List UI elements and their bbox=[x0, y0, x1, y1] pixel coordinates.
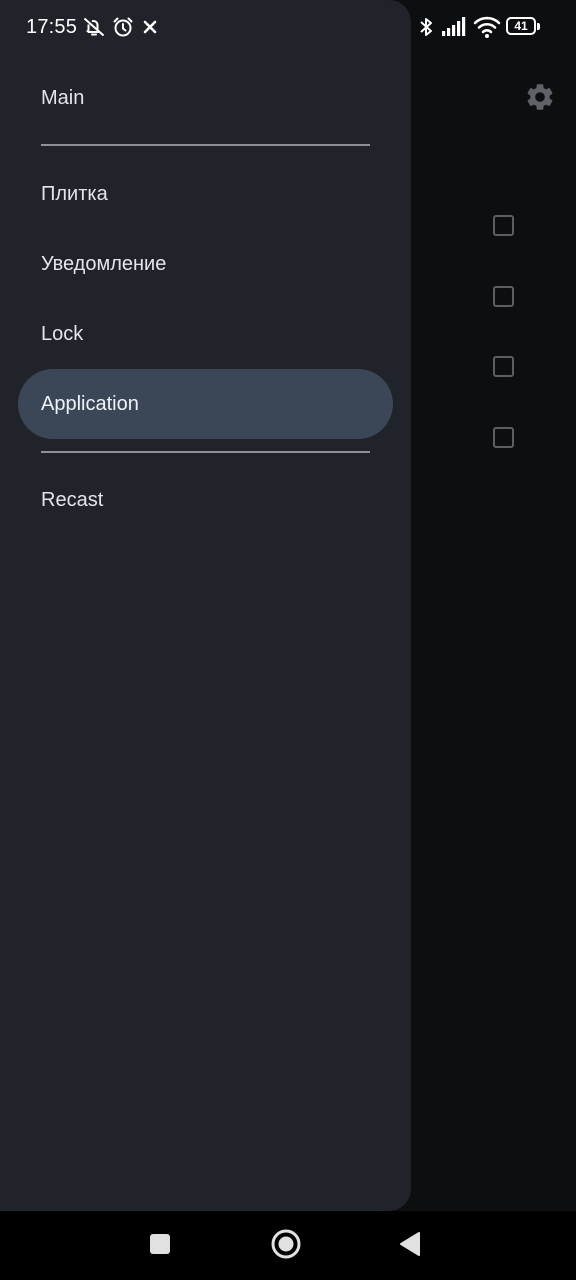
drawer-item-label: Уведомление bbox=[41, 252, 167, 275]
divider bbox=[41, 451, 370, 453]
divider bbox=[41, 144, 370, 146]
wifi-icon bbox=[473, 16, 501, 38]
bluetooth-icon bbox=[420, 18, 432, 36]
drawer-item-lock[interactable]: Lock bbox=[0, 304, 411, 364]
navigation-drawer: Main Плитка Уведомление Lock Application… bbox=[0, 0, 411, 1211]
muted-bell-icon bbox=[84, 18, 104, 36]
back-triangle-icon[interactable] bbox=[398, 1231, 422, 1257]
status-time: 17:55 bbox=[26, 16, 78, 38]
drawer-item-application[interactable]: Application bbox=[18, 369, 393, 439]
drawer-item-label: Lock bbox=[41, 322, 84, 345]
drawer-item-recast[interactable]: Recast bbox=[0, 470, 411, 530]
battery-level: 41 bbox=[514, 19, 528, 33]
drawer-item-label: Плитка bbox=[41, 182, 108, 205]
drawer-item-label: Recast bbox=[41, 488, 104, 511]
close-x-icon bbox=[143, 20, 157, 34]
system-navigation-bar bbox=[0, 1211, 576, 1280]
status-bar: 17:55 41 bbox=[0, 0, 576, 56]
checkbox[interactable] bbox=[493, 286, 514, 307]
checkbox[interactable] bbox=[493, 427, 514, 448]
drawer-item-tile[interactable]: Плитка bbox=[0, 164, 411, 224]
checkbox[interactable] bbox=[493, 215, 514, 236]
battery-icon: 41 bbox=[506, 17, 542, 37]
settings-gear-icon[interactable] bbox=[524, 81, 556, 113]
drawer-item-notification[interactable]: Уведомление bbox=[0, 234, 411, 294]
checkbox[interactable] bbox=[493, 356, 514, 377]
drawer-item-main[interactable]: Main bbox=[0, 68, 411, 128]
recents-square-icon[interactable] bbox=[149, 1233, 171, 1255]
drawer-item-label: Application bbox=[41, 392, 139, 415]
alarm-icon bbox=[113, 17, 133, 37]
drawer-item-label: Main bbox=[41, 86, 85, 109]
signal-icon bbox=[442, 17, 466, 36]
home-circle-icon[interactable] bbox=[270, 1228, 302, 1260]
